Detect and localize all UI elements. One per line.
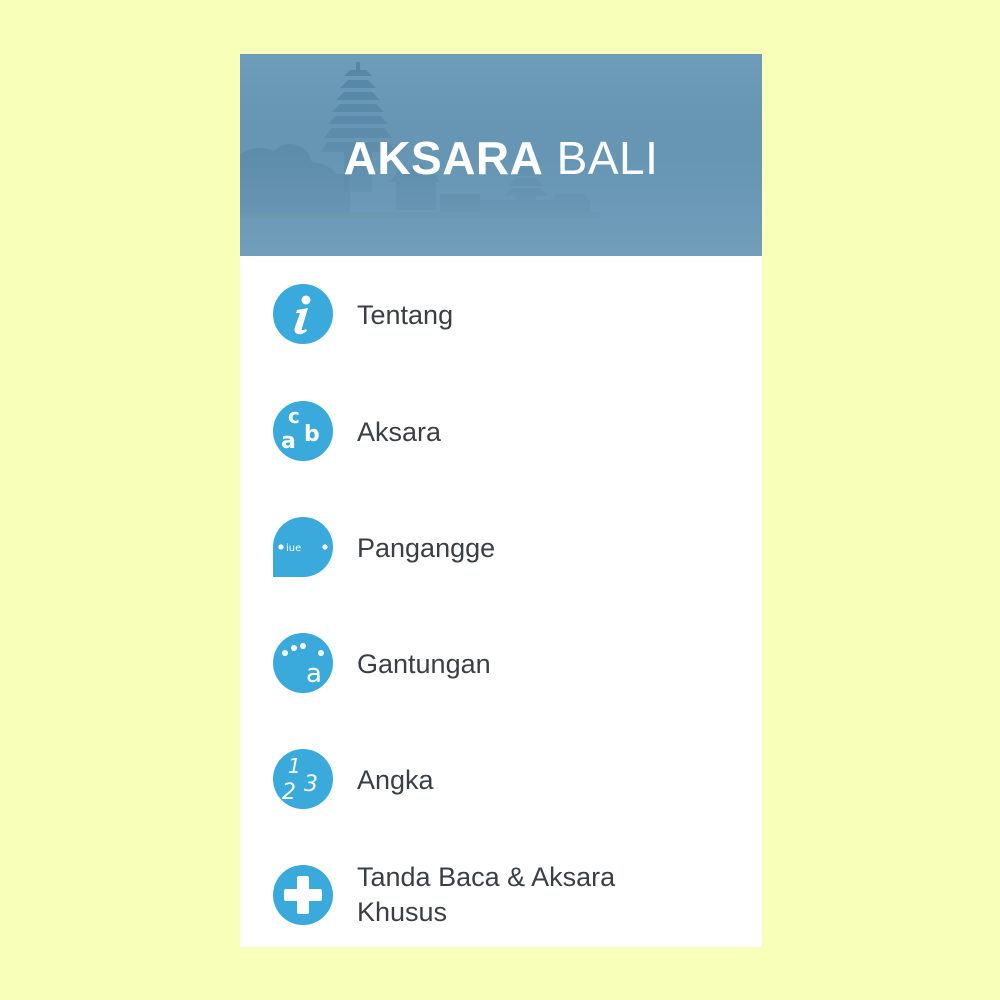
app-title: AKSARA BALI	[240, 132, 762, 184]
svg-text:3: 3	[304, 772, 318, 797]
menu-label-tentang: Tentang	[357, 300, 454, 330]
header-banner: AKSARA BALI	[240, 54, 762, 256]
app-title-light: BALI	[556, 132, 659, 184]
menu-label-pangangge: Pangangge	[357, 533, 496, 563]
menu-label-gantungan: Gantungan	[357, 649, 491, 679]
plus-icon	[273, 865, 333, 925]
app-title-bold: AKSARA	[343, 132, 544, 184]
menu-label-angka: Angka	[357, 765, 434, 795]
dotted-a-icon: a	[273, 633, 333, 693]
svg-text:iue: iue	[286, 543, 301, 554]
svg-text:a: a	[281, 429, 296, 454]
menu-label-tanda-baca: Tanda Baca & Aksara Khusus	[357, 862, 616, 927]
menu-item-tentang[interactable]: Tentang	[240, 256, 762, 372]
info-icon	[273, 284, 333, 344]
svg-text:b: b	[304, 422, 320, 447]
menu-label-aksara: Aksara	[357, 417, 442, 447]
numbers-123-icon: 1 2 3	[273, 749, 333, 809]
menu-item-gantungan[interactable]: a Gantungan	[240, 604, 762, 720]
app-screen: AKSARA BALI Tentang c a b Aksara iue Pan…	[240, 54, 762, 947]
menu-item-pangangge[interactable]: iue Pangangge	[240, 488, 762, 604]
svg-text:2: 2	[282, 780, 296, 805]
menu-item-tanda-baca[interactable]: Tanda Baca & Aksara Khusus	[240, 836, 762, 947]
menu-item-aksara[interactable]: c a b Aksara	[240, 372, 762, 488]
cab-letters-icon: c a b	[273, 401, 333, 461]
svg-text:c: c	[288, 404, 300, 428]
menu-item-angka[interactable]: 1 2 3 Angka	[240, 720, 762, 836]
svg-text:1: 1	[288, 754, 301, 778]
svg-text:a: a	[306, 659, 322, 689]
aiueo-bubble-icon: iue	[273, 517, 333, 577]
